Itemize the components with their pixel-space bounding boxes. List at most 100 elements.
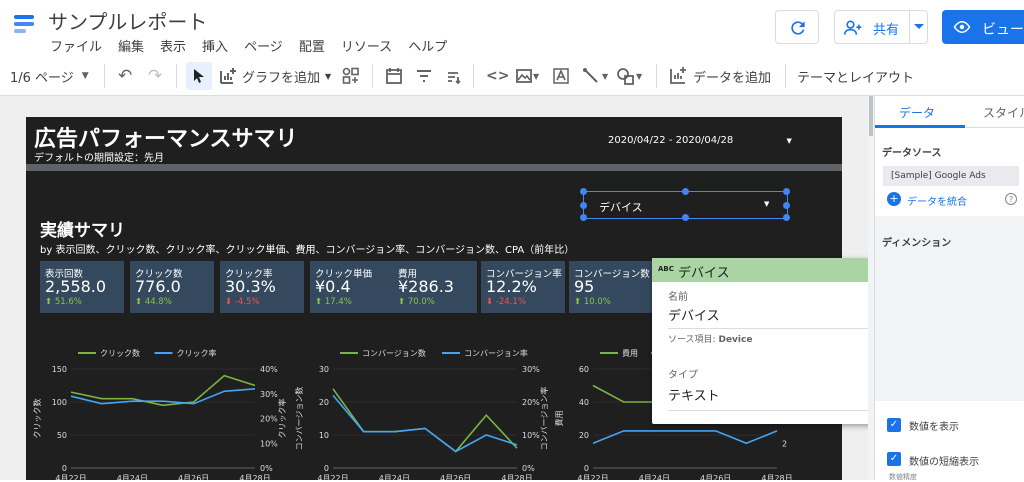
arrow-up-icon: ⬆ — [315, 297, 325, 307]
menu-edit[interactable]: 編集 — [118, 36, 144, 55]
summary-title[interactable]: 実績サマリ — [40, 216, 125, 241]
blend-data-link[interactable]: データを統合 — [907, 193, 967, 208]
filter-button[interactable] — [415, 56, 433, 96]
menu-help[interactable]: ヘルプ — [408, 36, 447, 55]
menu-file[interactable]: ファイル — [50, 36, 102, 55]
scorecard-value: 2,558.0 — [45, 277, 107, 296]
y2-axis-title: コンバージョン率 — [539, 387, 549, 451]
image-button[interactable]: ▼ — [515, 56, 539, 96]
x-tick-label: 4月28日 — [761, 474, 792, 480]
divider — [104, 64, 105, 88]
chevron-down-icon: ▼ — [81, 71, 89, 81]
text-button[interactable] — [552, 56, 570, 96]
chevron-down-icon: ▼ — [636, 71, 643, 81]
add-data-button[interactable]: データを追加 — [668, 56, 771, 96]
clicks-line-chart[interactable]: クリック数 クリック率0501001500%10%20%30%40%クリック数 クリ… — [28, 345, 288, 480]
scorecard[interactable]: コンバージョン数 95 ⬆ 10.0% — [569, 261, 653, 313]
theme-layout-button[interactable]: テーマとレイアウト — [797, 56, 914, 96]
arrow-up-icon: ⬆ — [45, 297, 55, 307]
undo-icon[interactable]: ↶ — [118, 56, 132, 96]
y2-tick-label: 10% — [522, 431, 540, 440]
x-tick-label: 4月24日 — [379, 474, 410, 480]
legend-label: クリック数 — [100, 348, 140, 358]
arrow-up-icon: ⬆ — [398, 297, 408, 307]
scorecard[interactable]: クリック数 776.0 ⬆ 44.8% — [130, 261, 214, 313]
menu-page[interactable]: ページ — [244, 36, 283, 55]
legend-label: 費用 — [622, 348, 638, 358]
add-icon[interactable]: + — [887, 192, 901, 206]
line-button[interactable]: ▼ — [582, 56, 608, 96]
series-line[interactable] — [332, 394, 518, 453]
conversions-line-chart[interactable]: コンバージョン数 コンバージョン率01020300%10%20%30%コンバージョ… — [290, 345, 550, 480]
x-tick-label: 4月28日 — [239, 474, 270, 480]
add-chart-button[interactable]: グラフを追加 ▼ — [219, 56, 331, 96]
sort-button[interactable] — [444, 56, 462, 96]
summary-subtitle[interactable]: by 表示回数、クリック数、クリック率、クリック単価、費用、コンバージョン率、コ… — [40, 241, 574, 256]
resize-handle[interactable] — [579, 214, 587, 221]
add-control-button[interactable] — [342, 56, 360, 96]
y-tick-label: 20 — [319, 398, 329, 407]
report-name[interactable]: サンプルレポート — [48, 6, 207, 35]
scorecard[interactable]: 表示回数 2,558.0 ⬆ 51.6% — [40, 261, 124, 313]
datasource-item[interactable]: [Sample] Google Ads — [883, 166, 1019, 186]
scorecard-delta: 44.8% — [144, 297, 172, 307]
resize-handle[interactable] — [579, 201, 587, 209]
legend-label: コンバージョン数 — [362, 348, 426, 358]
scorecard-value: 95 — [574, 277, 595, 296]
series-line[interactable] — [592, 430, 778, 445]
refresh-button[interactable] — [775, 10, 819, 44]
resize-handle[interactable] — [682, 214, 689, 221]
scrollbar-thumb[interactable] — [869, 96, 873, 136]
resize-handle[interactable] — [783, 214, 790, 221]
menu-insert[interactable]: 挿入 — [202, 36, 228, 55]
scorecard[interactable]: 費用 ¥286.3 ⬆ 70.0% — [393, 261, 477, 313]
date-range-button[interactable] — [385, 56, 403, 96]
redo-icon[interactable]: ↷ — [148, 56, 162, 96]
scorecard-delta: 70.0% — [407, 297, 435, 307]
chevron-down-icon: ▼ — [764, 200, 770, 208]
divider — [909, 11, 910, 43]
legend-item: 費用 — [600, 348, 638, 358]
chevron-down-icon: ▼ — [786, 137, 792, 145]
resize-handle[interactable] — [783, 187, 790, 195]
device-filter-control[interactable]: デバイス ▼ — [579, 187, 790, 221]
view-button[interactable]: ビュー — [942, 10, 1024, 44]
tab-style[interactable]: スタイル — [983, 104, 1024, 121]
filter-icon — [417, 70, 431, 82]
scorecard[interactable]: クリック単価 ¥0.4 ⬆ 17.4% — [310, 261, 394, 313]
add-chart-label: グラフを追加 — [242, 70, 321, 86]
scorecard[interactable]: クリック率 30.3% ⬇ -4.5% — [220, 261, 304, 313]
menu-view[interactable]: 表示 — [160, 36, 186, 55]
chevron-down-icon: ▼ — [325, 71, 332, 81]
help-icon[interactable]: ? — [1005, 193, 1017, 205]
controls-icon — [342, 67, 359, 84]
chevron-down-icon: ▼ — [602, 71, 609, 81]
menu-arrange[interactable]: 配置 — [299, 36, 325, 55]
resize-handle[interactable] — [579, 187, 587, 195]
scorecard-delta: 51.6% — [54, 297, 82, 307]
checkbox-checked[interactable]: ✓ — [887, 452, 901, 466]
report-subtitle[interactable]: デフォルトの期間設定：先月 — [34, 149, 164, 164]
resize-handle[interactable] — [682, 187, 689, 195]
arrow-up-icon: ⬆ — [574, 297, 584, 307]
code-icon[interactable]: <> — [486, 56, 509, 96]
arrow-up-icon: ⬆ — [135, 297, 145, 307]
share-button[interactable]: 共有 — [834, 10, 928, 44]
menu-resource[interactable]: リソース — [341, 36, 392, 55]
shape-button[interactable]: ▼ — [616, 56, 642, 96]
source-value: Device — [718, 335, 753, 345]
name-label: 名前 — [668, 292, 688, 303]
y2-tick-label: 40% — [260, 365, 278, 374]
scorecard[interactable]: コンバージョン率 12.2% ⬇ -24.1% — [481, 261, 565, 313]
resize-handle[interactable] — [783, 201, 790, 209]
select-tool-button[interactable] — [186, 62, 212, 90]
series-line[interactable] — [332, 388, 518, 453]
date-range-control[interactable]: 2020/04/22 - 2020/04/28 ▼ — [608, 135, 792, 146]
chevron-down-icon[interactable] — [914, 24, 924, 30]
series-line[interactable] — [70, 388, 256, 405]
x-tick-label: 4月24日 — [117, 474, 148, 480]
page-selector[interactable]: 1/6 ページ ▼ — [10, 56, 89, 96]
checkbox-checked[interactable]: ✓ — [887, 418, 901, 432]
popup-title: デバイス — [678, 266, 730, 281]
tab-data[interactable]: データ — [899, 104, 935, 121]
